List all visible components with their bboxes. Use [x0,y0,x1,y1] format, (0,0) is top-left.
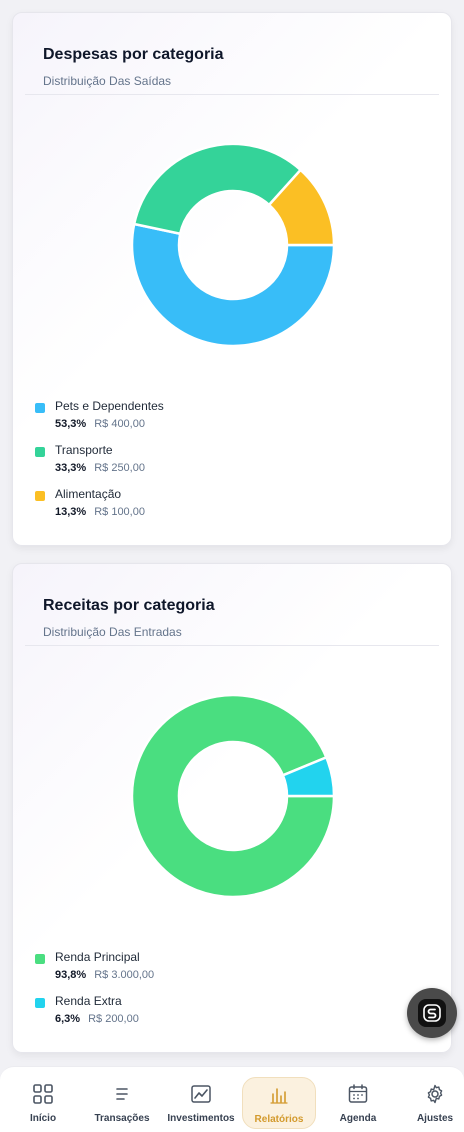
calendar-icon [348,1084,368,1103]
list-icon [116,1088,128,1100]
grid-icon [33,1084,53,1104]
legend-percent: 33,3% [55,462,87,474]
income-by-category-card: Receitas por categoria Distribuição Das … [12,563,452,1053]
legend-item-transporte[interactable]: Transporte 33,3% R$ 250,00 [35,443,164,487]
income-legend: Renda Principal 93,8% R$ 3.000,00 Renda E… [35,950,154,1038]
card-title: Receitas por categoria [43,597,215,614]
nav-label: Agenda [339,1113,377,1124]
legend-label: Pets e Dependentes [55,399,164,413]
bar-chart-icon [270,1088,288,1104]
brand-logo-icon [418,999,446,1027]
legend-amount: R$ 250,00 [94,462,145,474]
legend-item-renda-extra[interactable]: Renda Extra 6,3% R$ 200,00 [35,994,154,1038]
gear-icon [427,1084,443,1104]
nav-item-transactions[interactable]: Transações [88,1077,156,1129]
legend-item-pets[interactable]: Pets e Dependentes 53,3% R$ 400,00 [35,399,164,443]
legend-percent: 53,3% [55,418,87,430]
divider [25,645,439,646]
trend-chart-icon [191,1085,211,1103]
floating-app-button[interactable] [407,988,457,1038]
legend-label: Renda Principal [55,950,140,964]
legend-amount: R$ 200,00 [88,1013,139,1025]
nav-item-investments[interactable]: Investimentos [164,1077,238,1129]
legend-swatch [35,491,45,501]
nav-label: Transações [94,1113,150,1124]
legend-swatch [35,447,45,457]
legend-label: Renda Extra [55,994,122,1008]
legend-swatch [35,998,45,1008]
legend-swatch [35,954,45,964]
legend-swatch [35,403,45,413]
divider [25,94,439,95]
legend-amount: R$ 100,00 [94,506,145,518]
legend-label: Transporte [55,443,113,457]
nav-item-reports[interactable]: Relatórios [242,1077,316,1129]
legend-label: Alimentação [55,487,122,501]
expenses-by-category-card: Despesas por categoria Distribuição Das … [12,12,452,546]
nav-label: Ajustes [416,1113,454,1124]
nav-label: Início [29,1113,57,1124]
nav-item-home[interactable]: Início [14,1077,72,1129]
bottom-navigation: Início Transações Investimentos Relatóri… [0,1066,464,1132]
legend-percent: 13,3% [55,506,87,518]
card-subtitle: Distribuição Das Entradas [43,625,182,639]
card-subtitle: Distribuição Das Saídas [43,74,172,88]
legend-item-renda-principal[interactable]: Renda Principal 93,8% R$ 3.000,00 [35,950,154,994]
legend-amount: R$ 400,00 [94,418,145,430]
nav-item-settings[interactable]: Ajustes [408,1077,462,1129]
donut-slice-transporte[interactable] [132,143,302,236]
nav-item-agenda[interactable]: Agenda [330,1077,386,1129]
card-title: Despesas por categoria [43,46,224,63]
legend-item-alimentacao[interactable]: Alimentação 13,3% R$ 100,00 [35,487,164,531]
legend-amount: R$ 3.000,00 [94,969,155,981]
nav-label: Relatórios [254,1114,304,1125]
income-donut-chart [131,694,335,898]
legend-percent: 6,3% [55,1013,81,1025]
legend-percent: 93,8% [55,969,87,981]
expenses-legend: Pets e Dependentes 53,3% R$ 400,00 Transp… [35,399,164,531]
expenses-donut-chart [131,143,335,347]
nav-label: Investimentos [167,1113,235,1124]
